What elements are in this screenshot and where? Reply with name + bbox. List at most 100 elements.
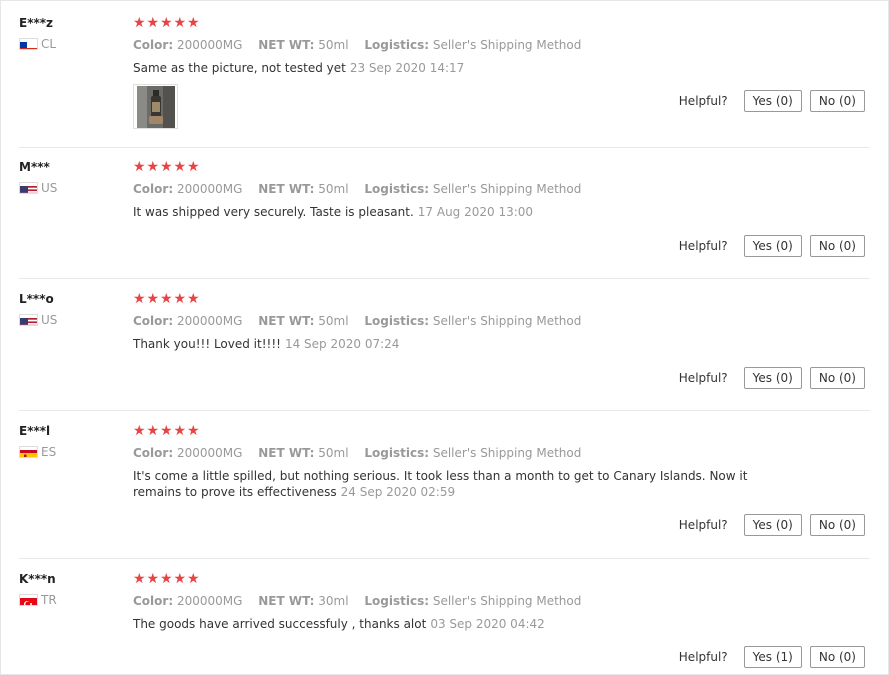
star-icon: ★ (133, 15, 147, 31)
color-value: 200000MG (176, 182, 243, 196)
reviewer-info: E***z CL (19, 15, 119, 51)
star-icon: ★ (160, 15, 174, 31)
star-icon: ★ (187, 571, 201, 587)
country-code: US (41, 181, 58, 195)
star-icon: ★ (160, 571, 174, 587)
logistics-value: Seller's Shipping Method (432, 594, 582, 608)
flag-es-icon (19, 446, 38, 458)
country-code: US (41, 313, 58, 327)
helpful-label: Helpful? (678, 650, 728, 664)
star-icon: ★ (146, 571, 161, 587)
helpful-label: Helpful? (678, 94, 728, 108)
logistics-label: Logistics: (364, 38, 430, 52)
review-item: E***l ES ★★★★★ Color: 200000MG NET WT: 5… (19, 423, 870, 559)
helpful-no-button[interactable]: No (0) (809, 646, 865, 668)
review-content: ★★★★★ Color: 200000MG NET WT: 50ml Logis… (133, 423, 773, 499)
logistics-label: Logistics: (364, 594, 430, 608)
star-icon: ★ (146, 291, 161, 307)
star-icon: ★ (173, 159, 188, 175)
helpful-no-button[interactable]: No (0) (809, 90, 865, 112)
net-wt-label: NET WT: (258, 446, 315, 460)
review-text: The goods have arrived successfuly , tha… (133, 616, 773, 632)
review-meta: Color: 200000MG NET WT: 50ml Logistics: … (133, 182, 593, 196)
net-wt-label: NET WT: (258, 314, 315, 328)
review-item: M*** US ★★★★★ Color: 200000MG NET WT: 50… (19, 159, 870, 279)
helpful-yes-button[interactable]: Yes (1) (743, 646, 802, 668)
review-date: 17 Aug 2020 13:00 (417, 205, 534, 219)
logistics-value: Seller's Shipping Method (432, 446, 582, 460)
star-icon: ★ (187, 291, 201, 307)
review-body: The goods have arrived successfuly , tha… (133, 617, 427, 631)
reviews-panel: E***z CL ★★★★★ Color: 200000MG NET WT: 5… (0, 0, 889, 675)
reviewer-name: E***z (19, 16, 54, 30)
star-icon: ★ (160, 423, 174, 439)
helpful-label: Helpful? (678, 371, 728, 385)
star-rating: ★★★★★ (133, 291, 773, 307)
star-rating: ★★★★★ (133, 159, 773, 175)
star-icon: ★ (173, 423, 188, 439)
review-body: Same as the picture, not tested yet (133, 61, 346, 75)
review-meta: Color: 200000MG NET WT: 50ml Logistics: … (133, 446, 593, 460)
reviewer-country: ES (19, 445, 56, 459)
reviewer-name: M*** (19, 160, 50, 174)
star-icon: ★ (146, 159, 161, 175)
net-wt-label: NET WT: (258, 38, 315, 52)
color-label: Color: (133, 594, 174, 608)
color-value: 200000MG (176, 594, 243, 608)
bottle-photo-icon (136, 85, 175, 128)
helpful-controls: Helpful? Yes (0) No (0) (679, 514, 865, 536)
net-wt-value: 50ml (318, 446, 349, 460)
flag-cl-icon (19, 38, 38, 50)
reviewer-country: TR (19, 593, 57, 607)
helpful-no-button[interactable]: No (0) (809, 367, 865, 389)
review-date: 03 Sep 2020 04:42 (430, 617, 545, 631)
helpful-yes-button[interactable]: Yes (0) (743, 235, 802, 257)
helpful-yes-button[interactable]: Yes (0) (743, 90, 802, 112)
logistics-value: Seller's Shipping Method (432, 182, 582, 196)
star-icon: ★ (187, 15, 201, 31)
star-icon: ★ (133, 291, 147, 307)
helpful-yes-button[interactable]: Yes (0) (743, 367, 802, 389)
star-icon: ★ (160, 159, 174, 175)
star-rating: ★★★★★ (133, 423, 773, 439)
flag-us-icon (19, 182, 38, 194)
helpful-no-button[interactable]: No (0) (809, 514, 865, 536)
review-photo-thumbnail[interactable] (133, 84, 178, 129)
helpful-label: Helpful? (678, 518, 728, 532)
reviewer-name: L***o (19, 292, 54, 306)
star-rating: ★★★★★ (133, 571, 773, 587)
logistics-value: Seller's Shipping Method (432, 314, 582, 328)
net-wt-label: NET WT: (258, 594, 315, 608)
helpful-label: Helpful? (678, 239, 728, 253)
reviewer-name: K***n (19, 572, 56, 586)
helpful-yes-button[interactable]: Yes (0) (743, 514, 802, 536)
review-meta: Color: 200000MG NET WT: 50ml Logistics: … (133, 314, 593, 328)
net-wt-value: 50ml (318, 314, 349, 328)
logistics-label: Logistics: (364, 314, 430, 328)
star-rating: ★★★★★ (133, 15, 773, 31)
star-icon: ★ (173, 15, 188, 31)
helpful-controls: Helpful? Yes (1) No (0) (679, 646, 865, 668)
net-wt-label: NET WT: (258, 182, 315, 196)
color-value: 200000MG (176, 314, 243, 328)
star-icon: ★ (160, 291, 174, 307)
net-wt-value: 50ml (318, 38, 349, 52)
review-item: K***n TR ★★★★★ Color: 200000MG NET WT: 3… (19, 571, 870, 675)
helpful-no-button[interactable]: No (0) (809, 235, 865, 257)
review-content: ★★★★★ Color: 200000MG NET WT: 50ml Logis… (133, 291, 773, 351)
color-label: Color: (133, 314, 174, 328)
review-date: 14 Sep 2020 07:24 (284, 337, 400, 351)
net-wt-value: 30ml (318, 594, 349, 608)
review-item: E***z CL ★★★★★ Color: 200000MG NET WT: 5… (19, 15, 870, 148)
reviewer-country: CL (19, 37, 56, 51)
country-code: ES (41, 445, 57, 459)
review-meta: Color: 200000MG NET WT: 50ml Logistics: … (133, 38, 593, 52)
star-icon: ★ (133, 571, 147, 587)
star-icon: ★ (187, 159, 201, 175)
reviewer-info: E***l ES (19, 423, 119, 459)
color-value: 200000MG (176, 446, 243, 460)
color-label: Color: (133, 38, 174, 52)
review-item: L***o US ★★★★★ Color: 200000MG NET WT: 5… (19, 291, 870, 411)
flag-us-icon (19, 314, 38, 326)
color-value: 200000MG (176, 38, 243, 52)
